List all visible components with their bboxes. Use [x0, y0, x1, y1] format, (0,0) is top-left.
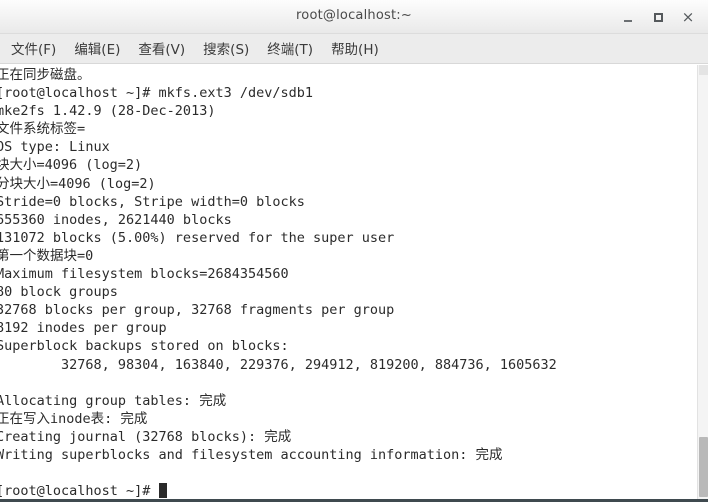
menu-item-edit[interactable]: 编辑(E): [65, 35, 129, 62]
terminal-line: OS type: Linux: [0, 139, 110, 156]
terminal-line: [root@localhost ~]#: [0, 482, 557, 499]
minimize-button[interactable]: [620, 9, 636, 25]
terminal-line: Allocating group tables: 完成: [0, 392, 227, 409]
terminal-line: 分块大小=4096 (log=2): [0, 175, 156, 192]
terminal-line: 32768, 98304, 163840, 229376, 294912, 81…: [0, 356, 557, 373]
menu-item-terminal[interactable]: 终端(T): [258, 35, 322, 62]
terminal-cursor: [158, 483, 167, 499]
menu-bar: 文件(F) 编辑(E) 查看(V) 搜索(S) 终端(T) 帮助(H): [0, 34, 708, 64]
menu-item-file[interactable]: 文件(F): [2, 35, 65, 62]
window-title: root@localhost:~: [296, 8, 412, 23]
terminal-window: root@localhost:~ × 文件(F) 编辑(E) 查看(V) 搜索(…: [0, 0, 708, 502]
terminal-line: 文件系统标签=: [0, 121, 86, 138]
scrollbar-track[interactable]: [699, 65, 708, 75]
terminal-line: 655360 inodes, 2621440 blocks: [0, 211, 232, 228]
terminal-line: 正在写入inode表: 完成: [0, 410, 148, 427]
terminal-line: 块大小=4096 (log=2): [0, 157, 143, 174]
close-button[interactable]: ×: [680, 9, 696, 25]
terminal-line: 131072 blocks (5.00%) reserved for the s…: [0, 229, 395, 246]
terminal-line: 80 block groups: [0, 284, 118, 301]
terminal-line: 32768 blocks per group, 32768 fragments …: [0, 302, 395, 319]
maximize-button[interactable]: [650, 9, 666, 25]
terminal-line: Superblock backups stored on blocks:: [0, 338, 289, 355]
terminal-line: [root@localhost ~]# mkfs.ext3 /dev/sdb1: [0, 85, 313, 102]
menu-item-search[interactable]: 搜索(S): [194, 35, 258, 62]
terminal-line: Stride=0 blocks, Stripe width=0 blocks: [0, 193, 305, 210]
close-icon: ×: [681, 8, 695, 26]
scrollbar-thumb[interactable]: [699, 437, 708, 497]
terminal-line: 第一个数据块=0: [0, 247, 94, 264]
menu-item-help[interactable]: 帮助(H): [322, 35, 388, 62]
terminal-line: 正在同步磁盘。: [0, 67, 91, 83]
terminal-line: 8192 inodes per group: [0, 320, 167, 337]
maximize-icon: [653, 13, 663, 22]
terminal-line: Maximum filesystem blocks=2684354560: [0, 266, 289, 283]
terminal-text: 正在同步磁盘。 [root@localhost ~]# mkfs.ext3 /de…: [0, 66, 557, 499]
terminal-scrollbar[interactable]: [697, 65, 708, 499]
menu-item-view[interactable]: 查看(V): [129, 35, 194, 62]
minimize-icon: [624, 20, 632, 22]
terminal-line: mke2fs 1.42.9 (28-Dec-2013): [0, 103, 216, 120]
title-bar: root@localhost:~ ×: [0, 0, 708, 34]
terminal-line: Creating journal (32768 blocks): 完成: [0, 428, 292, 445]
terminal-output-area[interactable]: 正在同步磁盘。 [root@localhost ~]# mkfs.ext3 /de…: [0, 65, 697, 499]
terminal-line: Writing superblocks and filesystem accou…: [0, 446, 503, 463]
